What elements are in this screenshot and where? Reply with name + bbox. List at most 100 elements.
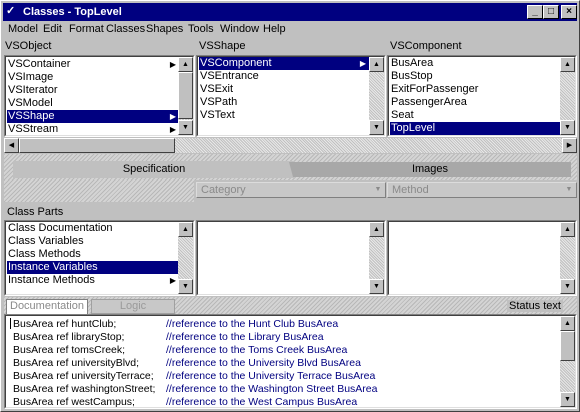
code-line[interactable]: BusArea ref libraryStop; //reference to t…: [13, 331, 324, 344]
code-line[interactable]: BusArea ref tomsCreek; //reference to the…: [13, 344, 347, 357]
component-list-item[interactable]: BusStop: [390, 70, 560, 83]
class-part-item[interactable]: Instance Methods ▶: [7, 274, 179, 287]
objects-list[interactable]: VSContainer ▶ VSImage VSIterator VSModel VSSh…: [4, 55, 195, 137]
class-part-item[interactable]: Instance Variables: [7, 261, 179, 274]
component-list-item[interactable]: TopLevel: [390, 122, 560, 135]
component-list-item-label: BusStop: [391, 70, 433, 82]
class-part-item[interactable]: Class Documentation: [7, 222, 179, 235]
chevron-down-icon[interactable]: ▼: [563, 184, 575, 196]
scroll-up-icon[interactable]: ▲: [560, 222, 575, 237]
scroll-thumb[interactable]: [560, 331, 575, 361]
object-list-item[interactable]: VSShape ▶: [7, 110, 179, 123]
class-part-item[interactable]: Class Variables: [7, 235, 179, 248]
hscroll-thumb[interactable]: [19, 138, 175, 153]
window-title: Classes - TopLevel: [23, 6, 122, 18]
class-parts-vscroll[interactable]: ▲ ▼: [178, 222, 193, 294]
class-part-item[interactable]: Class Methods: [7, 248, 179, 261]
method-combo[interactable]: Method ▼: [387, 182, 577, 198]
component-list-item[interactable]: BusArea: [390, 57, 560, 70]
code-declaration: BusArea ref universityTerrace;: [13, 370, 154, 382]
tab-logic[interactable]: Logic: [91, 299, 175, 314]
scroll-down-icon[interactable]: ▼: [560, 392, 575, 407]
category-list[interactable]: ▲ ▼: [196, 220, 386, 296]
status-text: Status text: [507, 300, 563, 312]
close-button[interactable]: ×: [561, 5, 577, 19]
components-header: VSComponent: [390, 40, 462, 52]
maximize-button[interactable]: □: [543, 5, 559, 19]
scroll-down-icon[interactable]: ▼: [178, 279, 193, 294]
category-vscroll[interactable]: ▲ ▼: [369, 222, 384, 294]
method-vscroll[interactable]: ▲ ▼: [560, 222, 575, 294]
scroll-up-icon[interactable]: ▲: [560, 316, 575, 331]
scroll-up-icon[interactable]: ▲: [560, 57, 575, 72]
tab-documentation[interactable]: Documentation: [6, 299, 88, 314]
code-line[interactable]: BusArea ref universityBlvd; //reference t…: [13, 357, 361, 370]
scroll-up-icon[interactable]: ▲: [178, 222, 193, 237]
code-line[interactable]: BusArea ref washingtonStreet; //reference…: [13, 383, 377, 396]
editor-vscroll[interactable]: ▲ ▼: [560, 316, 575, 407]
scroll-down-icon[interactable]: ▼: [560, 120, 575, 135]
scroll-up-icon[interactable]: ▲: [369, 222, 384, 237]
category-combo[interactable]: Category ▼: [196, 182, 386, 198]
menu-tools[interactable]: Tools: [188, 23, 214, 35]
component-list-item[interactable]: PassengerArea: [390, 96, 560, 109]
shape-list-item[interactable]: VSEntrance: [199, 70, 369, 83]
code-comment: //reference to the Toms Creek BusArea: [166, 344, 348, 356]
code-declaration: BusArea ref tomsCreek;: [13, 344, 126, 356]
code-comment: //reference to the University Blvd BusAr…: [166, 357, 361, 369]
scroll-thumb[interactable]: [178, 72, 193, 119]
shape-list-item[interactable]: VSComponent ▶: [199, 57, 369, 70]
object-list-item-label: VSModel: [8, 97, 53, 109]
components-vscroll[interactable]: ▲ ▼: [560, 57, 575, 135]
scroll-down-icon[interactable]: ▼: [369, 279, 384, 294]
tab-specification[interactable]: Specification: [13, 161, 295, 178]
menu-edit[interactable]: Edit: [43, 23, 62, 35]
menu-shapes[interactable]: Shapes: [146, 23, 183, 35]
object-list-item[interactable]: VSContainer ▶: [7, 58, 179, 71]
class-part-item-label: Class Documentation: [8, 222, 113, 234]
method-list[interactable]: ▲ ▼: [387, 220, 577, 296]
scroll-up-icon[interactable]: ▲: [369, 57, 384, 72]
objects-vscroll[interactable]: ▲ ▼: [178, 57, 193, 135]
components-list[interactable]: BusArea BusStop ExitForPassenger PassengerA…: [387, 55, 577, 137]
scroll-down-icon[interactable]: ▼: [369, 120, 384, 135]
menu-window[interactable]: Window: [220, 23, 259, 35]
tab-images[interactable]: Images: [289, 162, 571, 177]
shapes-list[interactable]: VSComponent ▶ VSEntrance VSExit VSPath VSText…: [196, 55, 386, 137]
menu-model[interactable]: Model: [8, 23, 38, 35]
shape-list-item-label: VSEntrance: [200, 70, 259, 82]
code-line[interactable]: BusArea ref huntClub; //reference to the …: [13, 318, 338, 331]
scroll-right-icon[interactable]: ▶: [562, 138, 577, 153]
component-list-item[interactable]: Seat: [390, 109, 560, 122]
shape-list-item-label: VSComponent: [200, 57, 272, 69]
object-list-item-label: VSStream: [8, 123, 59, 135]
shapes-vscroll[interactable]: ▲ ▼: [369, 57, 384, 135]
title-bar[interactable]: ✓ Classes - TopLevel _ □ ×: [3, 3, 577, 21]
object-list-item[interactable]: VSIterator: [7, 84, 179, 97]
menu-format[interactable]: Format: [69, 23, 104, 35]
scroll-up-icon[interactable]: ▲: [178, 57, 193, 72]
shape-list-item[interactable]: VSText: [199, 109, 369, 122]
class-parts-list[interactable]: Class Documentation Class Variables Class …: [4, 220, 195, 296]
object-list-item[interactable]: VSImage: [7, 71, 179, 84]
chevron-down-icon[interactable]: ▼: [372, 184, 384, 196]
object-list-item[interactable]: VSModel: [7, 97, 179, 110]
scroll-left-icon[interactable]: ◀: [4, 138, 19, 153]
code-line[interactable]: BusArea ref universityTerrace; //referenc…: [13, 370, 375, 383]
component-list-item[interactable]: ExitForPassenger: [390, 83, 560, 96]
method-label: Method: [392, 184, 429, 196]
object-list-item[interactable]: VSStream ▶: [7, 123, 179, 136]
scroll-down-icon[interactable]: ▼: [178, 120, 193, 135]
browser-hscroll[interactable]: ◀ ▶: [4, 138, 577, 153]
shape-list-item[interactable]: VSPath: [199, 96, 369, 109]
component-list-item-label: PassengerArea: [391, 96, 467, 108]
shape-list-item[interactable]: VSExit: [199, 83, 369, 96]
scroll-down-icon[interactable]: ▼: [560, 279, 575, 294]
shapes-header: VSShape: [199, 40, 246, 52]
code-line[interactable]: BusArea ref westCampus; //reference to th…: [13, 396, 357, 409]
minimize-button[interactable]: _: [527, 5, 543, 19]
documentation-editor[interactable]: BusArea ref huntClub; //reference to the …: [4, 314, 577, 409]
menu-help[interactable]: Help: [263, 23, 286, 35]
menu-classes[interactable]: Classes: [106, 23, 145, 35]
code-comment: //reference to the University Terrace Bu…: [166, 370, 376, 382]
